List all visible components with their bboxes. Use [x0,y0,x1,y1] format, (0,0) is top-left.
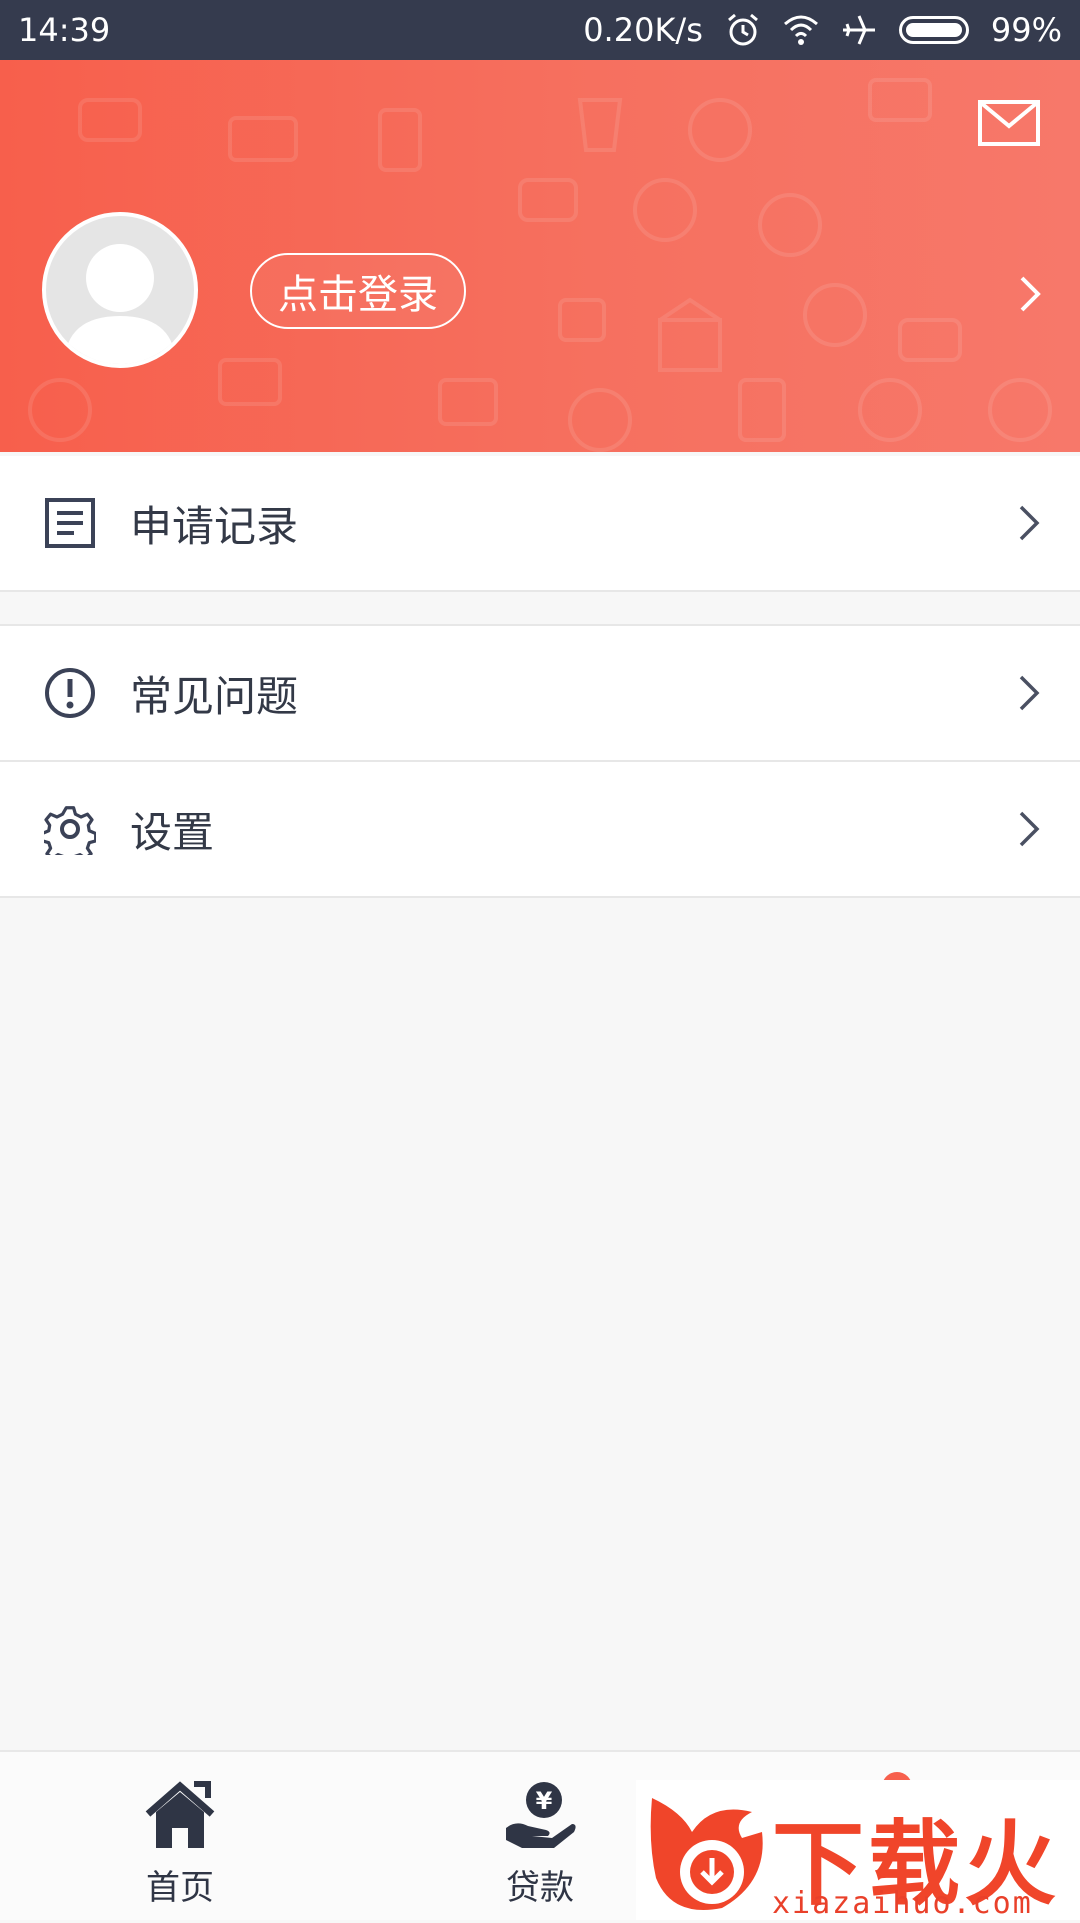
chevron-right-icon [1019,675,1040,711]
menu-item-application-records[interactable]: 申请记录 [0,456,1080,590]
status-bar: 14:39 0.20K/s 99% [0,0,1080,60]
battery-icon [898,16,969,44]
nav-item-home[interactable]: 首页 [70,1752,290,1922]
menu-item-settings[interactable]: 设置 [0,762,1080,896]
menu-item-label: 常见问题 [130,671,299,721]
user-silhouette-icon [64,244,176,364]
watermark-url: xiazaihuo.com [772,1886,1033,1921]
svg-text:¥: ¥ [536,1787,553,1815]
divider [0,896,1080,898]
menu-item-label: 设置 [130,807,215,857]
nav-label: 贷款 [506,1868,574,1908]
document-list-icon [45,498,95,548]
gear-icon [44,806,96,855]
fire-logo-icon [650,1798,763,1910]
nav-label: 首页 [146,1868,214,1908]
status-time: 14:39 [18,11,111,49]
battery-percent: 99% [990,11,1062,49]
login-button[interactable]: 点击登录 [250,253,466,329]
exclamation-circle-icon [45,668,95,718]
divider [0,590,1080,592]
loan-hand-yuan-icon: ¥ [506,1782,576,1848]
menu-item-faq[interactable]: 常见问题 [0,626,1080,760]
chevron-right-icon [1019,505,1040,541]
chevron-right-icon [1019,811,1040,847]
wifi-icon [783,15,818,45]
net-speed: 0.20K/s [583,11,703,49]
alarm-icon [727,13,758,46]
airplane-icon [842,15,875,45]
watermark: 下载火 xiazaihuo.com [636,1780,1080,1921]
status-right: 0.20K/s 99% [583,11,1062,49]
avatar[interactable] [42,212,198,368]
home-icon [145,1781,215,1848]
menu-item-label: 申请记录 [130,501,299,551]
nav-item-loan[interactable]: ¥ 贷款 [430,1752,650,1922]
chevron-right-icon[interactable] [1018,274,1042,314]
mail-icon[interactable] [978,100,1040,146]
profile-header[interactable]: 点击登录 [0,60,1080,452]
